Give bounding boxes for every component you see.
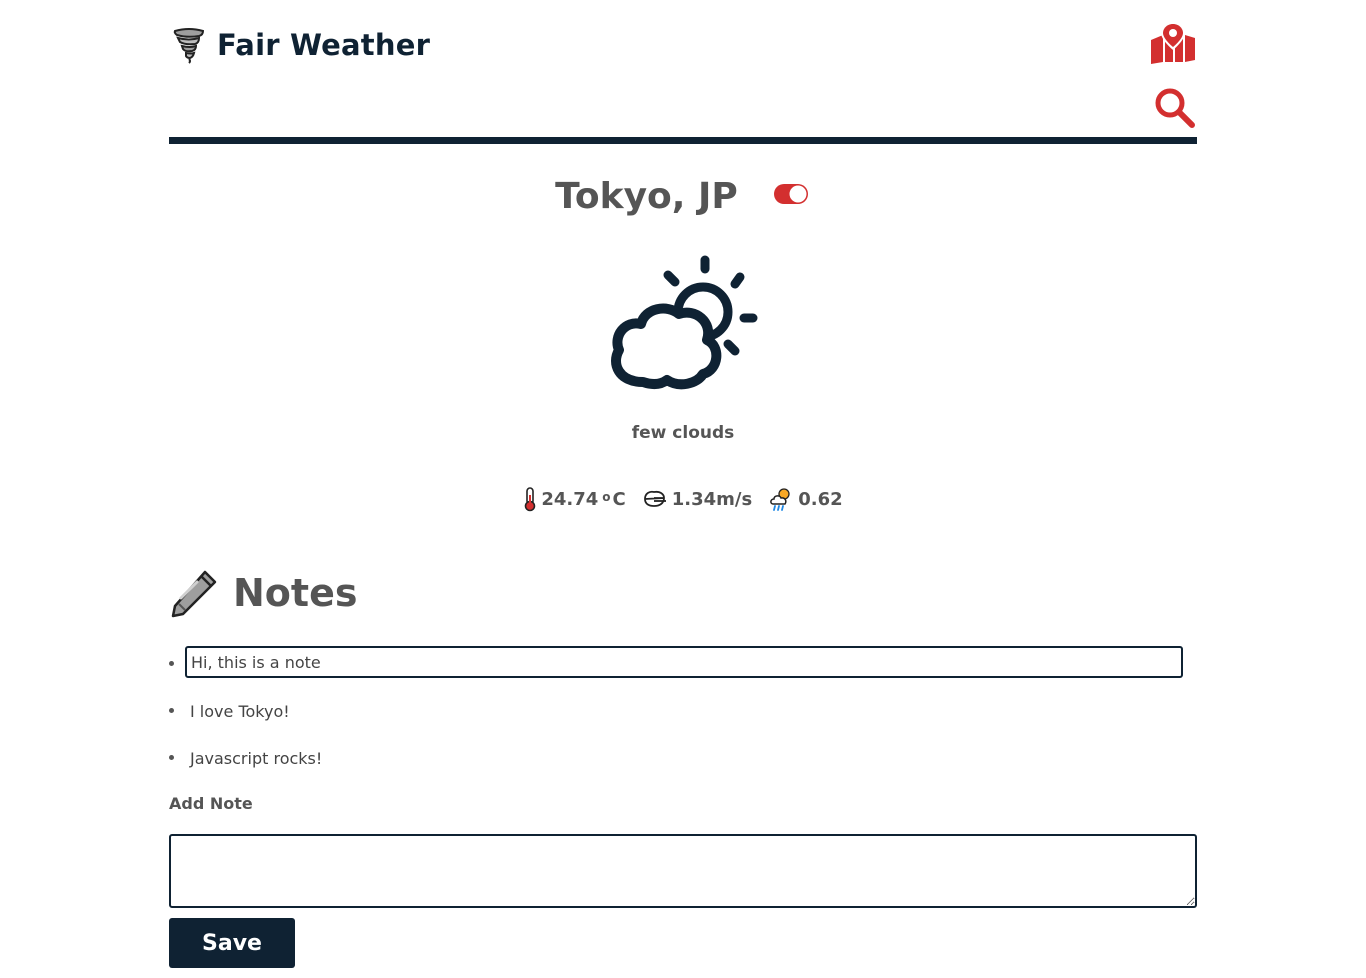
note-item[interactable]: Javascript rocks! [169,740,1197,787]
brand[interactable]: Fair Weather [169,24,430,66]
header-divider [169,137,1197,144]
note-text[interactable]: I love Tokyo! [190,693,1197,721]
add-note-label: Add Note [169,794,253,813]
search-icon [1155,88,1195,128]
temperature-value: 24.74 [541,488,599,510]
toggle-icon [773,183,808,204]
temperature-scale: C [612,488,626,510]
thermometer-icon [525,487,536,512]
weather-stats: 24.74 o C 1.34m/s 0.62 [169,486,1197,512]
map-button[interactable] [1149,20,1197,64]
app-title: Fair Weather [217,28,431,62]
search-button[interactable] [1153,86,1197,130]
map-pin-icon [1151,22,1195,64]
notes-header: Notes [169,566,357,620]
sun-rain-cloud-icon [770,488,790,511]
wind-stat: 1.34m/s [642,488,752,510]
temperature-degree: o [602,490,611,504]
favorite-toggle[interactable] [773,182,811,206]
rain-stat: 0.62 [768,486,843,512]
notes-title: Notes [233,571,358,615]
pen-icon [171,570,217,618]
city-name: Tokyo, JP [555,176,738,217]
weather-description: few clouds [631,423,735,443]
rain-value: 0.62 [798,488,843,510]
save-button[interactable]: Save [169,918,295,968]
add-note-textarea[interactable] [169,834,1197,908]
note-edit-input[interactable] [185,646,1183,678]
location-header: Tokyo, JP [169,176,1197,217]
note-item[interactable]: I love Tokyo! [169,693,1197,740]
tornado-icon [173,28,205,64]
notes-list: I love Tokyo! Javascript rocks! [169,646,1197,787]
note-item [169,646,1197,693]
temperature-stat: 24.74 o C [523,486,626,512]
page: Fair Weather Tokyo, JP few clouds 24.74 … [169,0,1197,978]
cloud-sun-icon [611,255,758,390]
wind-value: 1.34m/s [671,488,753,510]
note-text[interactable]: Javascript rocks! [190,740,1197,768]
wind-face-icon [643,490,666,507]
